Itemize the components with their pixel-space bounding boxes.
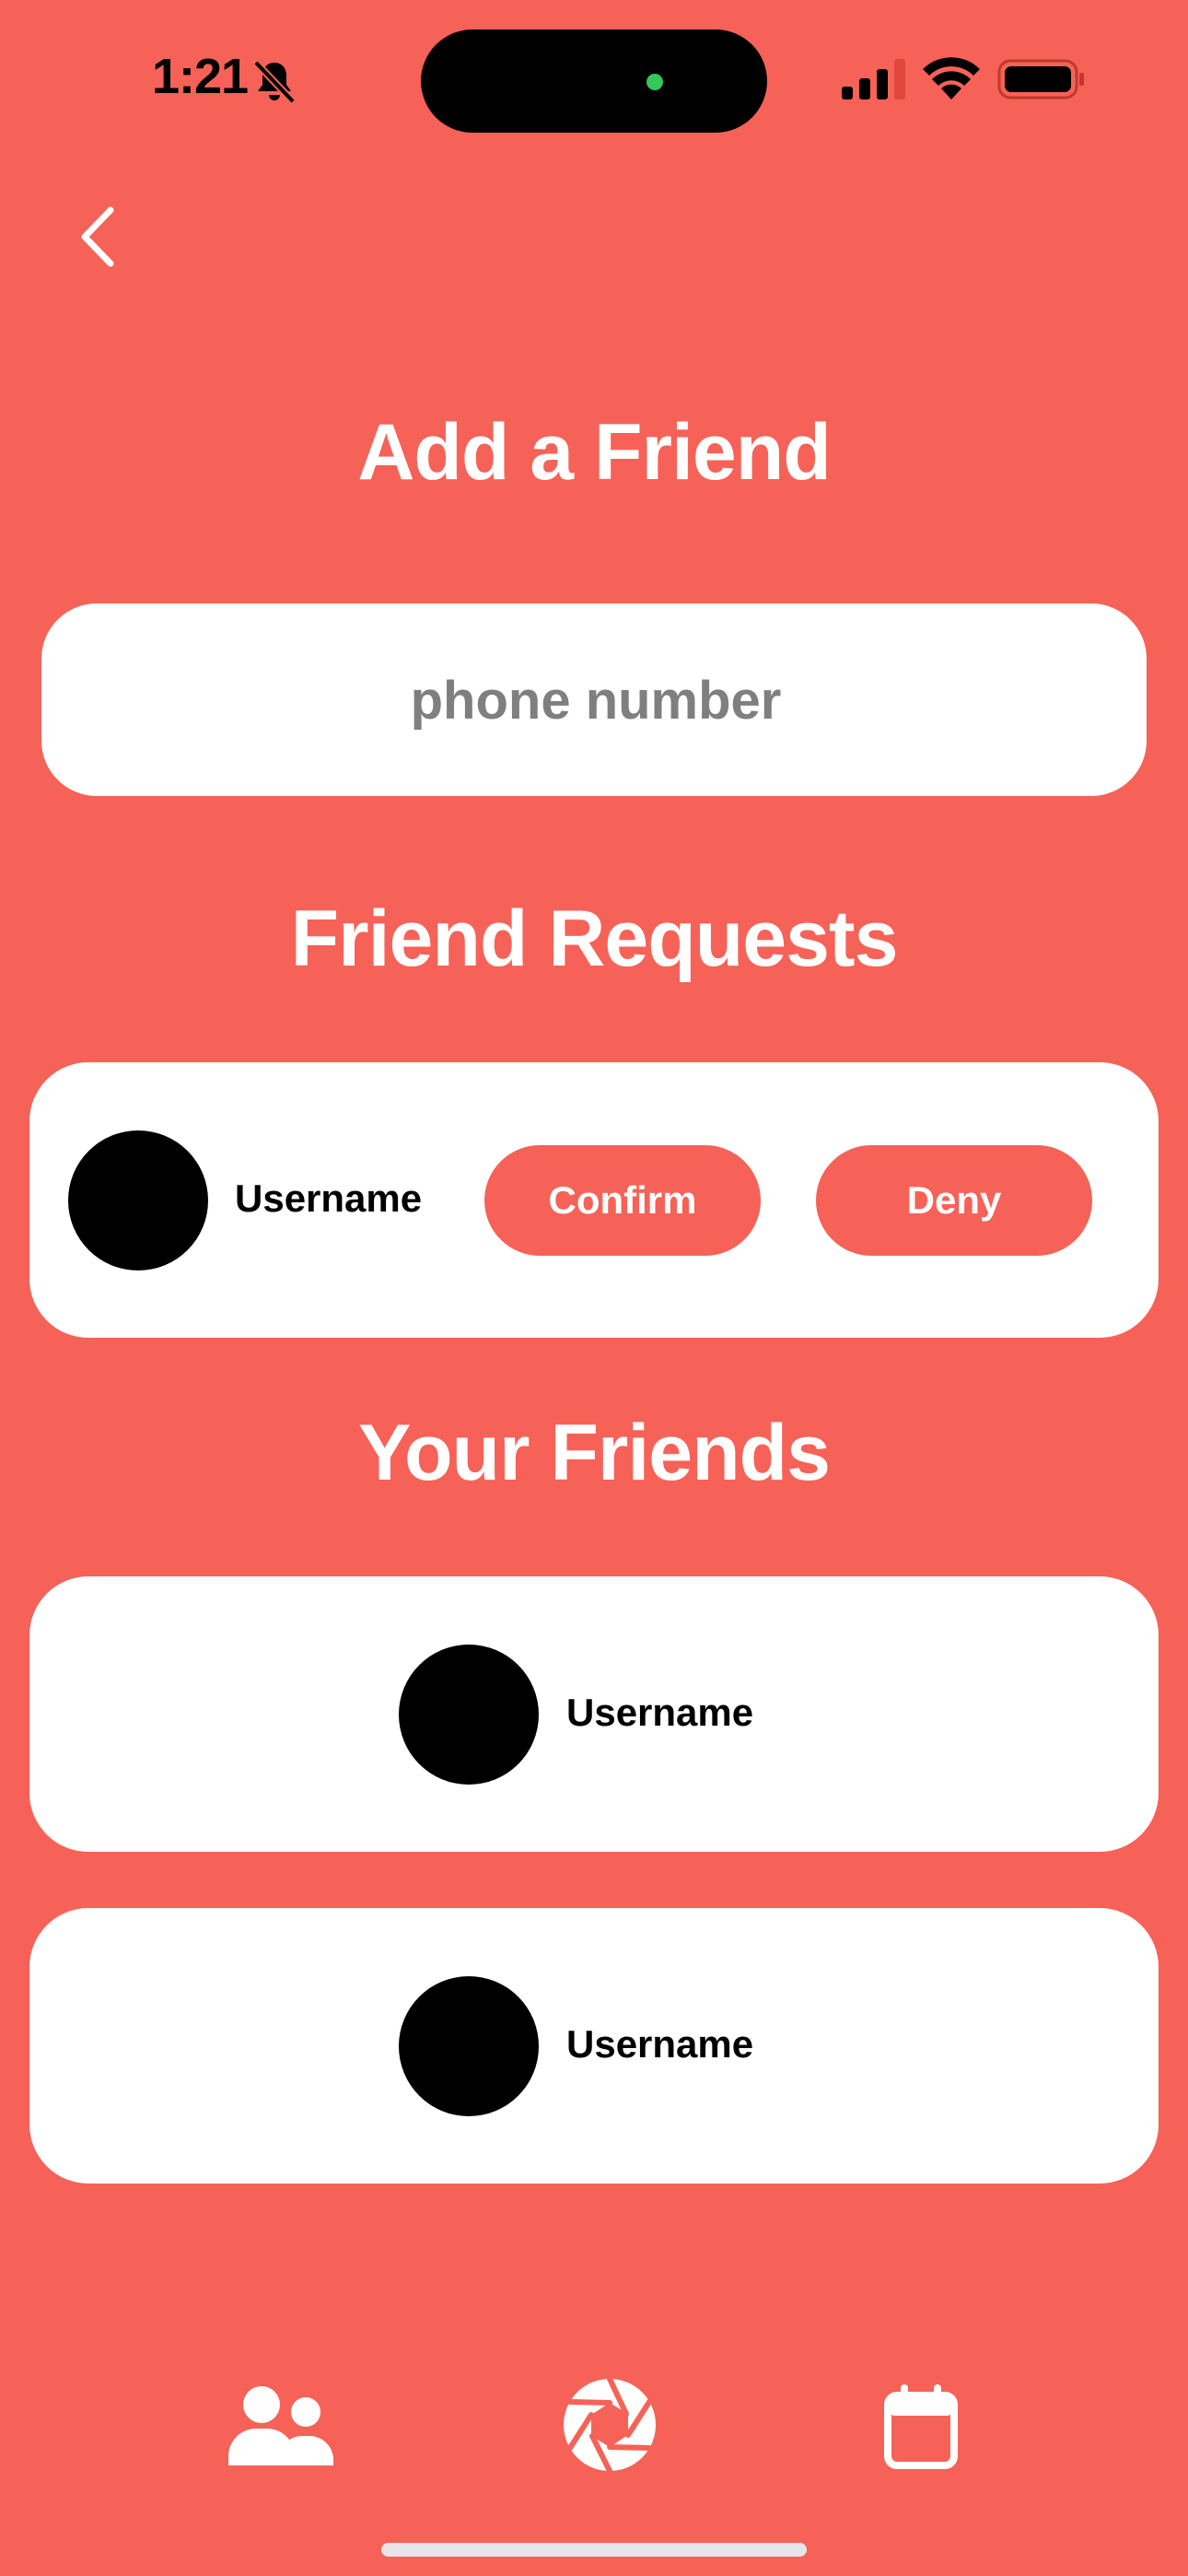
friend-card[interactable]: Username [29,1908,1159,2184]
friend-username: Username [566,2022,754,2066]
friend-username: Username [566,1691,754,1734]
avatar [399,1976,539,2116]
battery-icon [997,59,1084,100]
add-friend-title: Add a Friend [357,408,832,497]
confirm-button[interactable]: Confirm [484,1145,761,1256]
camera-indicator [646,74,663,90]
deny-button[interactable]: Deny [816,1145,1092,1256]
friend-requests-title: Friend Requests [290,895,899,983]
people-icon[interactable] [227,2384,335,2465]
dynamic-island [421,29,767,133]
home-indicator [381,2543,807,2557]
avatar [68,1130,208,1270]
cellular-signal-icon [842,59,905,100]
chevron-left-icon[interactable] [76,205,122,269]
avatar [399,1645,539,1785]
wifi-icon [923,57,980,100]
phone-number-field[interactable] [41,603,1150,798]
calendar-icon[interactable] [884,2384,958,2469]
your-friends-title: Your Friends [357,1409,831,1497]
friend-card[interactable]: Username [29,1576,1159,1852]
request-username: Username [235,1177,423,1220]
aperture-icon[interactable] [562,2377,658,2473]
status-time: 1:21 [152,49,249,104]
friend-request-card: Username Confirm Deny [29,1062,1159,1338]
phone-number-input[interactable] [41,603,1150,798]
bell-slash-icon [253,60,296,104]
